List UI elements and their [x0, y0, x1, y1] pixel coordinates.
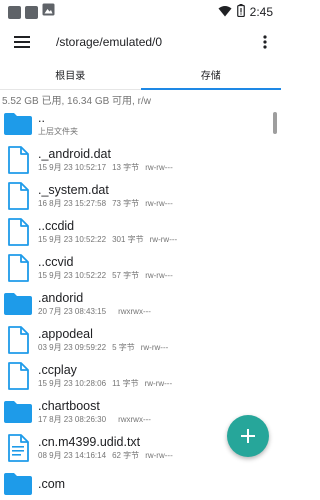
file-list-item[interactable]: ._android.dat 15 9月 23 10:52:17 13 字节 rw-rw…	[0, 142, 281, 178]
file-name: .andorid	[38, 291, 84, 305]
folder-icon	[0, 286, 36, 322]
file-name: .com	[38, 476, 66, 491]
file-icon	[0, 322, 36, 358]
file-text: .cn.m4399.udid.txt 08 9月 23 14:16:14 62 字节…	[38, 435, 173, 461]
storage-info: 5.52 GB 已用, 16.34 GB 可用, r/w	[2, 96, 151, 107]
file-date: 15 9月 23 10:28:06	[38, 379, 107, 388]
file-perms: rwxrwx---	[118, 307, 151, 316]
file-icon	[0, 250, 36, 286]
file-text: .appodeal 03 9月 23 09:59:22 5 字节 rw-rw---	[38, 327, 168, 353]
file-name: .ccplay	[38, 363, 77, 377]
file-text: .com	[38, 477, 65, 492]
status-bar: 2:45	[0, 0, 281, 24]
file-list-item[interactable]: .ccplay 15 9月 23 10:28:06 11 字节 rw-rw---	[0, 358, 281, 394]
file-date: 03 9月 23 09:59:22	[38, 343, 107, 352]
file-perms: rw-rw---	[144, 379, 173, 388]
file-meta: 15 9月 23 10:52:22 57 字节 rw-rw---	[38, 270, 173, 281]
file-meta: 17 8月 23 08:26:30 rwxrwx---	[38, 414, 151, 425]
toolbar: /storage/emulated/0	[0, 24, 281, 60]
file-meta: 03 9月 23 09:59:22 5 字节 rw-rw---	[38, 342, 168, 353]
battery-icon	[236, 4, 245, 20]
file-date: 15 9月 23 10:52:22	[38, 271, 107, 280]
file-size: 11 字节	[112, 379, 139, 388]
add-icon	[241, 429, 255, 443]
text-file-icon	[0, 430, 36, 466]
current-path: /storage/emulated/0	[56, 35, 163, 49]
file-meta: 15 9月 23 10:52:22 301 字节 rw-rw---	[38, 234, 177, 245]
file-text: .andorid 20 7月 23 08:43:15 rwxrwx---	[38, 291, 151, 317]
file-text: ..ccdid 15 9月 23 10:52:22 301 字节 rw-rw---	[38, 219, 177, 245]
file-perms: rw-rw---	[149, 235, 178, 244]
file-size: 13 字节	[112, 163, 140, 172]
file-list-item[interactable]: .com	[0, 466, 281, 500]
file-perms: rwxrwx---	[118, 415, 151, 424]
file-meta: 上层文件夹	[38, 126, 90, 137]
tab-bar: 根目录 存储	[0, 60, 281, 90]
file-meta: 15 9月 23 10:28:06 11 字节 rw-rw---	[38, 378, 172, 389]
file-size: 301 字节	[112, 235, 144, 244]
file-name: ..ccvid	[38, 255, 74, 269]
file-date: 16 8月 23 15:27:58	[38, 199, 107, 208]
file-text: .chartboost 17 8月 23 08:26:30 rwxrwx---	[38, 399, 151, 425]
file-date: 17 8月 23 08:26:30	[38, 415, 107, 424]
file-perms: rw-rw---	[145, 451, 173, 460]
notification-square-icon	[8, 5, 21, 19]
file-icon	[0, 358, 36, 394]
folder-icon	[0, 394, 36, 430]
status-time: 2:45	[249, 5, 273, 19]
file-text: .ccplay 15 9月 23 10:28:06 11 字节 rw-rw---	[38, 363, 172, 389]
file-name: ._android.dat	[38, 147, 111, 161]
file-name: ..	[38, 111, 45, 125]
file-list-item[interactable]: .. 上层文件夹	[0, 106, 281, 142]
file-name: .appodeal	[38, 327, 93, 341]
file-date: 上层文件夹	[38, 127, 78, 136]
file-date: 08 9月 23 14:16:14	[38, 451, 107, 460]
file-name: ._system.dat	[38, 183, 109, 197]
file-date: 20 7月 23 08:43:15	[38, 307, 107, 316]
file-meta: 15 9月 23 10:52:17 13 字节 rw-rw---	[38, 162, 173, 173]
file-perms: rw-rw---	[140, 343, 169, 352]
file-name: ..ccdid	[38, 219, 75, 233]
file-text: ._system.dat 16 8月 23 15:27:58 73 字节 rw-rw-…	[38, 183, 173, 209]
file-list-item[interactable]: ..ccdid 15 9月 23 10:52:22 301 字节 rw-rw---	[0, 214, 281, 250]
file-list-item[interactable]: .andorid 20 7月 23 08:43:15 rwxrwx---	[0, 286, 281, 322]
file-text: .. 上层文件夹	[38, 111, 90, 137]
file-icon	[0, 142, 36, 178]
folder-icon	[0, 106, 36, 142]
file-meta: 16 8月 23 15:27:58 73 字节 rw-rw---	[38, 198, 173, 209]
notification-square-icon	[25, 5, 38, 19]
file-list-item[interactable]: .appodeal 03 9月 23 09:59:22 5 字节 rw-rw---	[0, 322, 281, 358]
tab-storage[interactable]: 存储	[140, 60, 282, 90]
file-size: 73 字节	[112, 199, 140, 208]
tab-root[interactable]: 根目录	[0, 60, 141, 89]
file-list-item[interactable]: ..ccvid 15 9月 23 10:52:22 57 字节 rw-rw---	[0, 250, 281, 286]
file-name: .chartboost	[38, 399, 100, 413]
file-name: .cn.m4399.udid.txt	[38, 435, 141, 449]
file-text: ..ccvid 15 9月 23 10:52:22 57 字节 rw-rw---	[38, 255, 173, 281]
file-meta: 20 7月 23 08:43:15 rwxrwx---	[38, 306, 151, 317]
file-date: 15 9月 23 10:52:22	[38, 235, 107, 244]
file-size: 57 字节	[112, 271, 140, 280]
add-button[interactable]	[227, 415, 269, 457]
file-text: ._android.dat 15 9月 23 10:52:17 13 字节 rw-rw…	[38, 147, 173, 173]
image-notification-icon	[42, 3, 55, 21]
menu-button[interactable]	[0, 24, 44, 60]
file-icon	[0, 178, 36, 214]
wifi-icon	[218, 5, 232, 20]
folder-icon	[0, 466, 36, 500]
file-perms: rw-rw---	[145, 199, 173, 208]
file-icon	[0, 214, 36, 250]
file-size: 5 字节	[112, 343, 135, 352]
hamburger-menu-icon	[14, 36, 30, 48]
status-notifications	[8, 3, 55, 21]
file-perms: rw-rw---	[145, 163, 173, 172]
file-meta: 08 9月 23 14:16:14 62 字节 rw-rw---	[38, 450, 173, 461]
more-vert-icon	[263, 35, 267, 49]
file-size: 62 字节	[112, 451, 140, 460]
file-date: 15 9月 23 10:52:17	[38, 163, 107, 172]
file-perms: rw-rw---	[145, 271, 173, 280]
more-options-button[interactable]	[249, 24, 281, 60]
file-list-item[interactable]: ._system.dat 16 8月 23 15:27:58 73 字节 rw-rw-…	[0, 178, 281, 214]
